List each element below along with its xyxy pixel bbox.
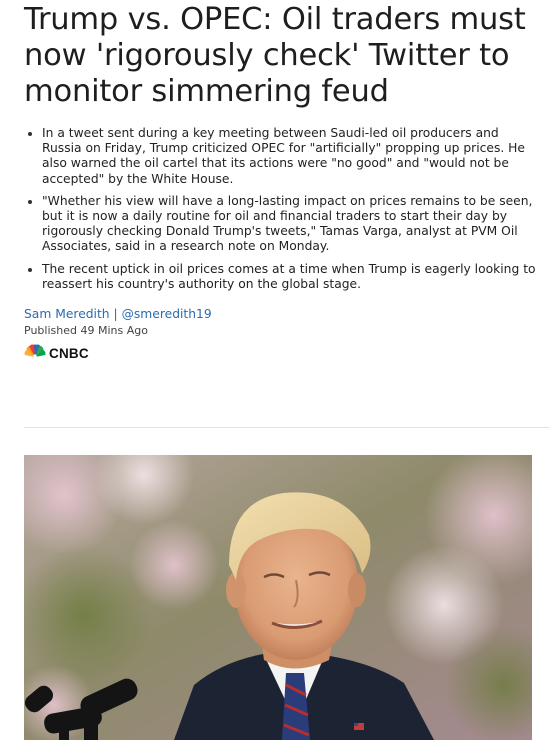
list-item: The recent uptick in oil prices comes at… <box>24 262 536 292</box>
key-points-list: In a tweet sent during a key meeting bet… <box>24 126 536 292</box>
bullet-text: In a tweet sent during a key meeting bet… <box>42 126 525 186</box>
bullet-icon <box>28 199 32 204</box>
byline: Sam Meredith | @smeredith19 <box>24 306 544 322</box>
speaker-at-podium-photo <box>24 455 532 740</box>
list-item: "Whether his view will have a long-lasti… <box>24 194 536 255</box>
article: Trump vs. OPEC: Oil traders must now 'ri… <box>24 0 544 362</box>
byline-separator: | <box>113 307 118 322</box>
source-logo[interactable]: CNBC <box>24 344 544 362</box>
list-item: In a tweet sent during a key meeting bet… <box>24 126 536 187</box>
bullet-icon <box>28 267 32 272</box>
bullet-icon <box>28 132 32 136</box>
author-twitter-handle-link[interactable]: @smeredith19 <box>122 307 212 321</box>
page-title: Trump vs. OPEC: Oil traders must now 'ri… <box>24 2 526 109</box>
bullet-text: The recent uptick in oil prices comes at… <box>42 261 536 291</box>
nbc-peacock-icon <box>24 344 46 363</box>
article-photo[interactable] <box>24 455 532 740</box>
author-link[interactable]: Sam Meredith <box>24 307 110 321</box>
bullet-text: "Whether his view will have a long-lasti… <box>42 193 533 254</box>
published-timestamp: Published 49 Mins Ago <box>24 324 148 338</box>
section-divider <box>24 427 550 428</box>
cnbc-logo-text: CNBC <box>49 345 89 361</box>
